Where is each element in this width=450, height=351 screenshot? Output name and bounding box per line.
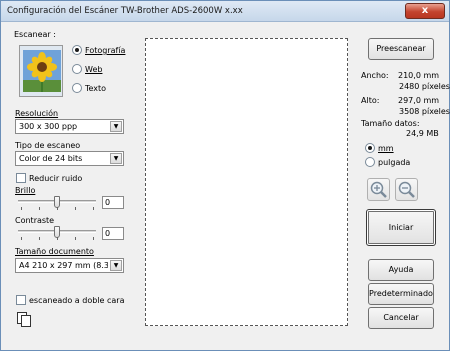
zoom-out-icon — [398, 181, 415, 198]
height-mm-value: 297,0 mm — [398, 96, 440, 105]
radio-unit-mm[interactable] — [365, 143, 375, 153]
slider-tick — [39, 207, 40, 210]
data-size-value: 24,9 MB — [406, 129, 439, 138]
scan-mode-label: Tipo de escaneo — [15, 141, 81, 150]
height-label: Alto: — [361, 96, 380, 105]
slider-tick — [75, 207, 76, 210]
zoom-in-icon — [370, 181, 387, 198]
resolution-label: Resolución — [15, 109, 59, 118]
radio-text-label[interactable]: Texto — [85, 84, 106, 93]
duplex-pages-icon — [17, 312, 31, 327]
slider-tick — [93, 207, 94, 210]
slider-tick — [21, 207, 22, 210]
slider-tick — [57, 207, 58, 210]
radio-photo[interactable] — [72, 45, 82, 55]
contrast-value-field[interactable]: 0 — [102, 227, 124, 240]
width-px-value: 2480 píxeles — [399, 82, 450, 91]
duplex-label[interactable]: escaneado a doble cara — [29, 296, 124, 305]
radio-unit-inch[interactable] — [365, 157, 375, 167]
resolution-select[interactable]: 300 x 300 ppp ▼ — [15, 119, 124, 134]
radio-unit-mm-label[interactable]: mm — [378, 144, 394, 153]
scan-mode-select[interactable]: Color de 24 bits ▼ — [15, 151, 124, 166]
scanner-settings-window: Configuración del Escáner TW-Brother ADS… — [0, 0, 450, 351]
noise-reduction-label[interactable]: Reducir ruido — [29, 174, 82, 183]
cancel-button[interactable]: Cancelar — [368, 307, 434, 329]
document-size-select[interactable]: A4 210 x 297 mm (8.3 x 11... ▼ — [15, 258, 124, 273]
radio-web[interactable] — [72, 64, 82, 74]
prescan-button[interactable]: Preescanear — [368, 38, 434, 60]
slider-tick — [21, 237, 22, 240]
data-size-label: Tamaño datos: — [361, 119, 420, 128]
slider-tick — [39, 237, 40, 240]
document-size-label: Tamaño documento — [15, 247, 94, 256]
chevron-down-icon[interactable]: ▼ — [110, 260, 122, 271]
window-title: Configuración del Escáner TW-Brother ADS… — [7, 6, 243, 16]
width-mm-value: 210,0 mm — [398, 71, 440, 80]
start-button[interactable]: Iniciar — [366, 209, 436, 246]
zoom-out-button[interactable] — [395, 178, 418, 201]
scan-type-photo-image — [19, 45, 63, 97]
default-settings-button[interactable]: Predeterminado — [368, 283, 434, 305]
scan-mode-value: Color de 24 bits — [19, 154, 83, 163]
document-size-value: A4 210 x 297 mm (8.3 x 11... — [19, 261, 108, 270]
sunflower-icon — [20, 46, 62, 96]
contrast-label: Contraste — [15, 216, 55, 225]
slider-tick — [93, 237, 94, 240]
height-px-value: 3508 píxeles — [399, 107, 450, 116]
help-button[interactable]: Ayuda — [368, 259, 434, 281]
slider-tick — [75, 237, 76, 240]
duplex-checkbox[interactable] — [16, 295, 26, 305]
brightness-label: Brillo — [15, 186, 36, 195]
radio-unit-inch-label[interactable]: pulgada — [378, 158, 410, 167]
chevron-down-icon[interactable]: ▼ — [110, 153, 122, 164]
scan-preview-area[interactable] — [145, 38, 348, 326]
noise-reduction-checkbox[interactable] — [16, 173, 26, 183]
slider-tick — [57, 237, 58, 240]
title-bar[interactable]: Configuración del Escáner TW-Brother ADS… — [1, 1, 449, 22]
brightness-value-field[interactable]: 0 — [102, 196, 124, 209]
close-button[interactable]: x — [405, 3, 445, 19]
resolution-value: 300 x 300 ppp — [19, 122, 78, 131]
radio-photo-label[interactable]: Fotografía — [85, 46, 125, 55]
radio-text[interactable] — [72, 83, 82, 93]
scan-type-label: Escanear : — [14, 30, 56, 39]
chevron-down-icon[interactable]: ▼ — [110, 121, 122, 132]
zoom-in-button[interactable] — [367, 178, 390, 201]
width-label: Ancho: — [361, 71, 389, 80]
radio-web-label[interactable]: Web — [85, 65, 102, 74]
